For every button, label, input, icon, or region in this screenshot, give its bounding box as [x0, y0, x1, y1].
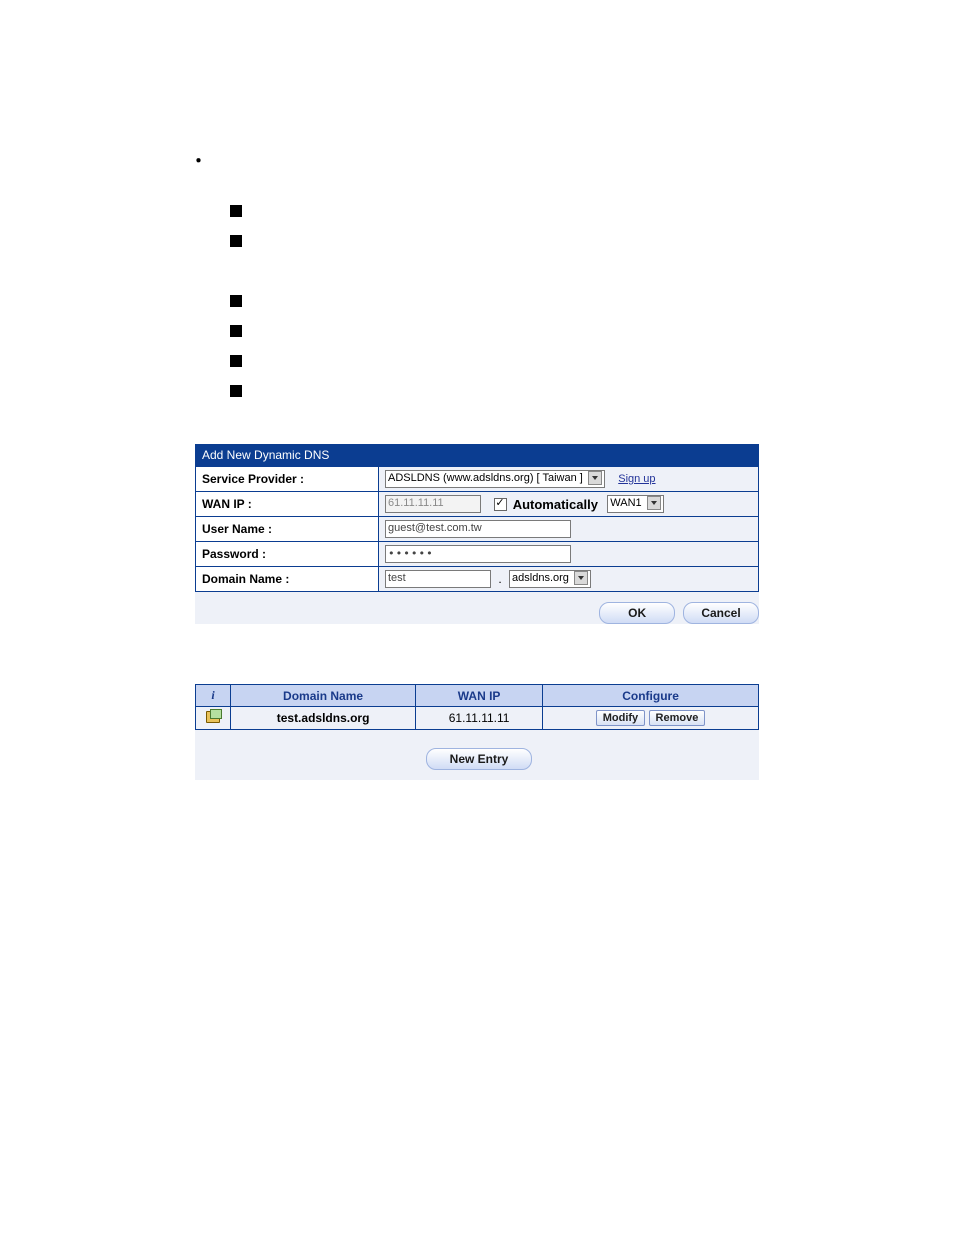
col-header-info: i	[196, 685, 231, 707]
chevron-down-icon	[588, 471, 602, 485]
instruction-item: Service Provider：	[230, 198, 854, 224]
ok-button[interactable]: OK	[599, 602, 675, 624]
remove-button[interactable]: Remove	[649, 710, 706, 726]
label-domain-name: Domain Name :	[196, 567, 379, 592]
password-input[interactable]: ••••••	[385, 545, 571, 563]
status-icon	[206, 711, 220, 723]
instruction-continuation: WAN IP Automatically。	[258, 258, 854, 284]
col-header-configure: Configure	[543, 685, 759, 707]
wan-interface-select[interactable]: WAN1	[607, 495, 663, 513]
domain-suffix-select[interactable]: adsldns.org	[509, 570, 591, 588]
label-wan-ip: WAN IP :	[196, 492, 379, 517]
wan-interface-value: WAN1	[610, 497, 641, 509]
new-entry-button[interactable]: New Entry	[426, 748, 532, 770]
instruction-list: Service Provider： Register for the DDNS …	[230, 198, 854, 254]
cell-domain: test.adsldns.org	[231, 707, 416, 730]
lead-bullet: ・	[190, 150, 854, 174]
instructions-block: ・ Service Provider： Register for the DDN…	[0, 0, 954, 404]
instruction-item: User name：	[230, 288, 854, 314]
instruction-item: Domain name：	[230, 348, 854, 374]
col-header-domain: Domain Name	[231, 685, 416, 707]
chevron-down-icon	[647, 496, 661, 510]
domain-host-input[interactable]: test	[385, 570, 491, 588]
instruction-item: Password：	[230, 318, 854, 344]
cell-wanip: 61.11.11.11	[416, 707, 543, 730]
modify-button[interactable]: Modify	[596, 710, 645, 726]
instruction-item: Register for the DDNS Service Provider：	[230, 228, 854, 254]
user-name-input[interactable]: guest@test.com.tw	[385, 520, 571, 538]
listing-footer: New Entry	[195, 730, 759, 780]
info-icon: i	[211, 688, 214, 702]
instruction-item: OK	[230, 378, 854, 404]
ddns-listing-table: i Domain Name WAN IP Configure test.adsl…	[195, 684, 759, 730]
label-service-provider: Service Provider :	[196, 467, 379, 492]
service-provider-select[interactable]: ADSLDNS (www.adsldns.org) [ Taiwan ]	[385, 470, 605, 488]
chevron-down-icon	[574, 571, 588, 585]
service-provider-value: ADSLDNS (www.adsldns.org) [ Taiwan ]	[388, 472, 583, 484]
form-button-row: OK Cancel	[195, 592, 759, 624]
dot-separator: .	[498, 572, 501, 586]
instruction-list-2: User name： Password： Domain name： OK	[230, 288, 854, 404]
automatically-label: Automatically	[513, 497, 598, 512]
ddns-form-panel: Add New Dynamic DNS Service Provider : A…	[195, 444, 759, 592]
signup-link[interactable]: Sign up	[618, 473, 655, 485]
wan-ip-input[interactable]: 61.11.11.11	[385, 495, 481, 513]
domain-suffix-value: adsldns.org	[512, 572, 569, 584]
label-password: Password :	[196, 542, 379, 567]
panel-header: Add New Dynamic DNS	[195, 444, 759, 466]
col-header-wanip: WAN IP	[416, 685, 543, 707]
automatically-checkbox[interactable]	[494, 498, 507, 511]
table-row: test.adsldns.org 61.11.11.11 Modify Remo…	[196, 707, 759, 730]
label-user-name: User Name :	[196, 517, 379, 542]
cancel-button[interactable]: Cancel	[683, 602, 759, 624]
